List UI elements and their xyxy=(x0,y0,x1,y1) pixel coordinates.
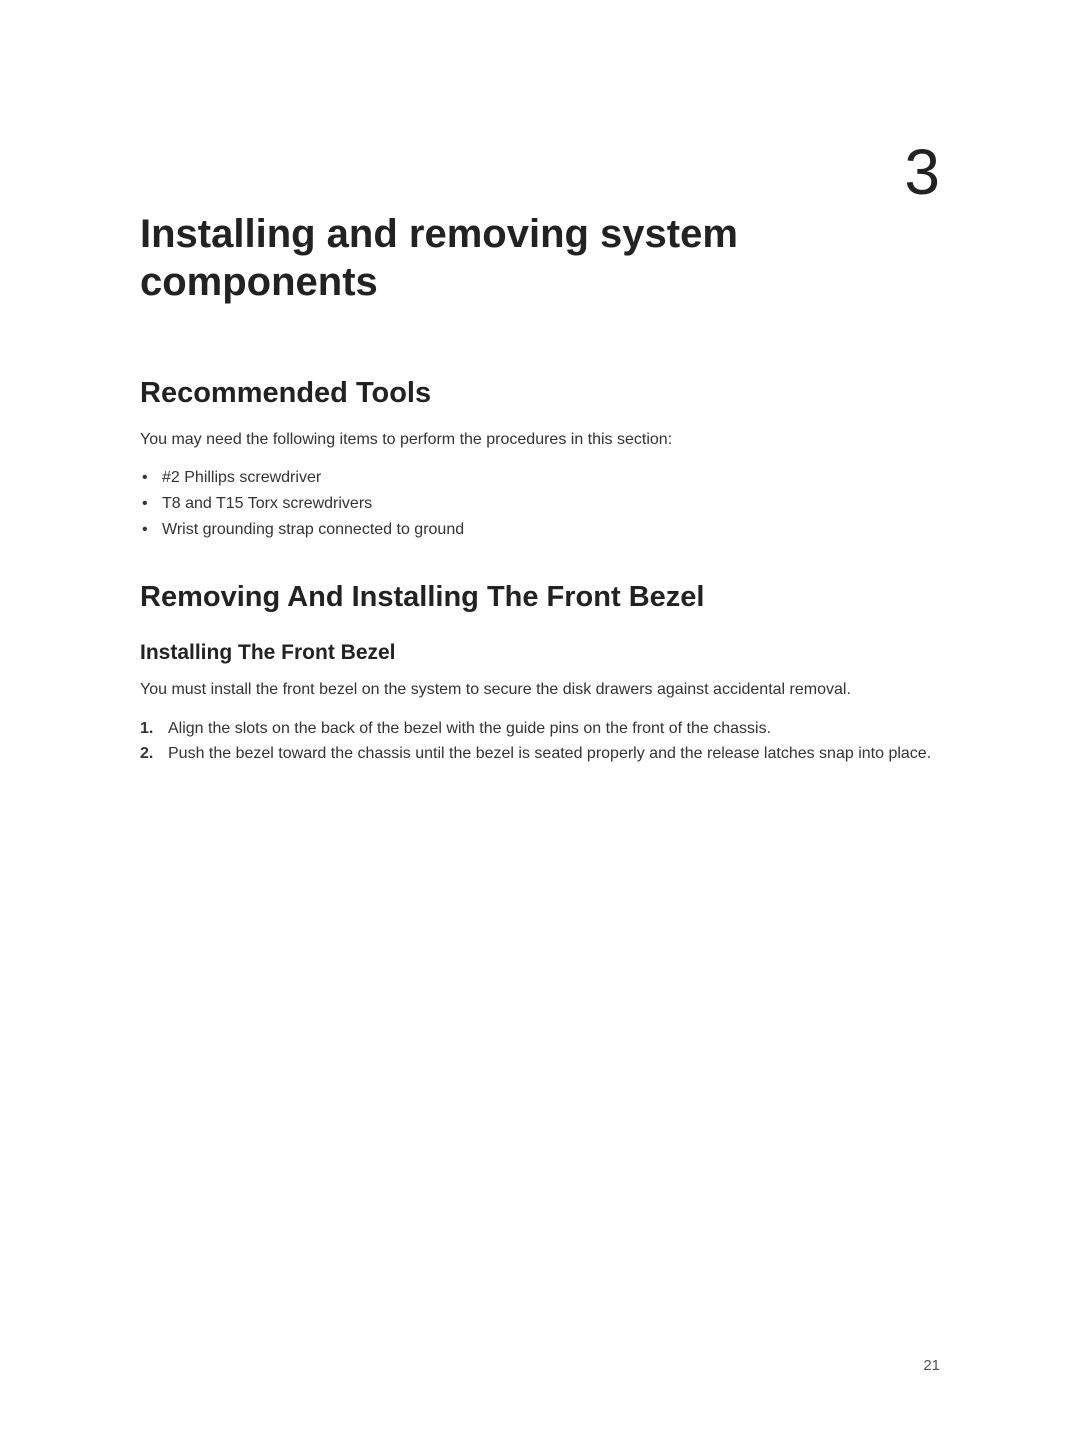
chapter-number: 3 xyxy=(904,140,940,204)
list-item: T8 and T15 Torx screwdrivers xyxy=(140,492,940,516)
step-text: Align the slots on the back of the bezel… xyxy=(168,720,771,737)
step-number: 2. xyxy=(140,742,153,765)
step-number: 1. xyxy=(140,717,153,740)
list-item: 2. Push the bezel toward the chassis unti… xyxy=(140,742,940,765)
install-bezel-intro-text: You must install the front bezel on the … xyxy=(140,679,940,701)
section-heading-tools: Recommended Tools xyxy=(140,376,940,411)
section-heading-bezel: Removing And Installing The Front Bezel xyxy=(140,580,940,615)
list-item: Wrist grounding strap connected to groun… xyxy=(140,518,940,542)
page-content: 3 Installing and removing system compone… xyxy=(0,0,1080,1434)
step-text: Push the bezel toward the chassis until … xyxy=(168,745,931,762)
subsection-heading-install-bezel: Installing The Front Bezel xyxy=(140,641,940,665)
install-bezel-steps: 1. Align the slots on the back of the bez… xyxy=(140,717,940,765)
list-item: 1. Align the slots on the back of the bez… xyxy=(140,717,940,740)
tools-list: #2 Phillips screwdriver T8 and T15 Torx … xyxy=(140,466,940,542)
tools-intro-text: You may need the following items to perf… xyxy=(140,429,940,451)
page-title: Installing and removing system component… xyxy=(140,210,940,306)
list-item: #2 Phillips screwdriver xyxy=(140,466,940,490)
page-number: 21 xyxy=(923,1357,940,1374)
